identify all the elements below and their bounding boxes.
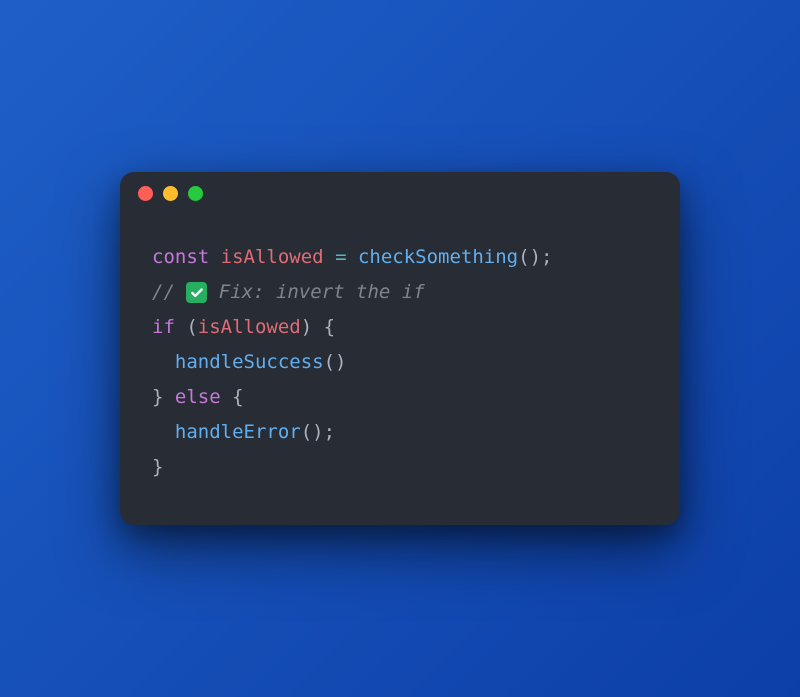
code-line-1: const isAllowed = checkSomething(); [152,246,552,268]
call-parens: (); [518,246,552,268]
function-handlesuccess: handleSuccess [175,351,324,373]
keyword-else: else [175,386,221,408]
code-line-4: handleSuccess() [152,351,347,373]
keyword-const: const [152,246,209,268]
code-line-3: if (isAllowed) { [152,316,335,338]
minimize-button[interactable] [163,186,178,201]
function-checksomething: checkSomething [358,246,518,268]
code-line-2-comment: // Fix: invert the if [152,281,425,303]
function-handleerror: handleError [175,421,301,443]
variable-isallowed: isAllowed [221,246,324,268]
check-icon [186,282,207,303]
code-editor-window: const isAllowed = checkSomething(); // F… [120,172,680,526]
operator-equals: = [335,246,346,268]
variable-isallowed: isAllowed [198,316,301,338]
brace-open: { [221,386,244,408]
keyword-if: if [152,316,175,338]
code-line-7: } [152,456,163,478]
indent [152,421,175,443]
maximize-button[interactable] [188,186,203,201]
brace-close: } [152,386,175,408]
call-parens: (); [301,421,335,443]
paren-close-brace: ) { [301,316,335,338]
window-titlebar [120,172,680,216]
paren-open: ( [175,316,198,338]
code-content: const isAllowed = checkSomething(); // F… [120,216,680,526]
comment-text: Fix: invert the if [207,281,424,303]
close-button[interactable] [138,186,153,201]
call-parens: () [324,351,347,373]
brace-close: } [152,456,163,478]
comment-prefix: // [152,281,186,303]
code-line-5: } else { [152,386,244,408]
indent [152,351,175,373]
code-line-6: handleError(); [152,421,335,443]
